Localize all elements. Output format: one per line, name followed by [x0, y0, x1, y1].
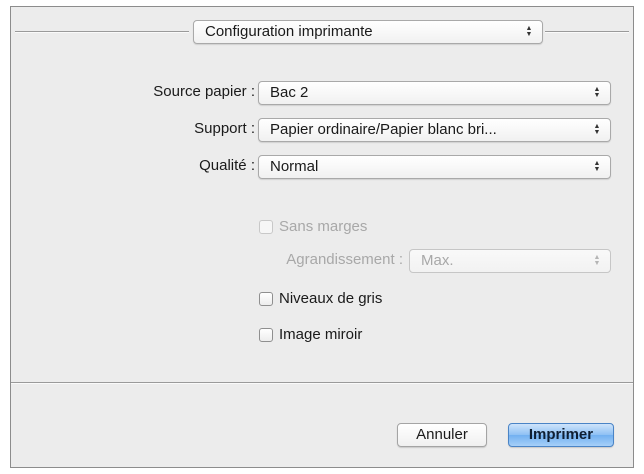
cancel-button[interactable]: Annuler: [397, 423, 487, 447]
printer-settings-dialog: Configuration imprimante ▲ ▼ Source papie…: [10, 6, 634, 468]
paper-source-value: Bac 2: [270, 84, 309, 101]
chevron-updown-icon: ▲ ▼: [525, 25, 533, 38]
panel-selector-value: Configuration imprimante: [205, 23, 373, 40]
chevron-updown-icon: ▲ ▼: [593, 160, 601, 173]
borderless-option: Sans marges: [259, 218, 367, 235]
print-button[interactable]: Imprimer: [508, 423, 614, 447]
quality-value: Normal: [270, 158, 319, 175]
borderless-checkbox: [259, 219, 273, 234]
grayscale-label[interactable]: Niveaux de gris: [279, 290, 382, 307]
enlargement-label: Agrandissement :: [286, 251, 403, 268]
mirror-checkbox[interactable]: [259, 327, 273, 342]
footer-separator: [11, 382, 633, 384]
grayscale-option[interactable]: Niveaux de gris: [259, 290, 382, 307]
paper-source-label: Source papier :: [153, 83, 255, 100]
enlargement-value: Max.: [421, 252, 454, 269]
media-type-value: Papier ordinaire/Papier blanc bri...: [270, 121, 497, 138]
panel-selector-popup[interactable]: Configuration imprimante ▲ ▼: [193, 20, 543, 44]
borderless-label: Sans marges: [279, 218, 368, 235]
media-type-label: Support :: [194, 120, 255, 137]
media-type-popup[interactable]: Papier ordinaire/Papier blanc bri... ▲ ▼: [258, 118, 611, 142]
header-separator-left: [15, 31, 189, 33]
paper-source-popup[interactable]: Bac 2 ▲ ▼: [258, 81, 611, 105]
header-separator-right: [545, 31, 629, 33]
mirror-label[interactable]: Image miroir: [279, 326, 362, 343]
quality-popup[interactable]: Normal ▲ ▼: [258, 155, 611, 179]
grayscale-checkbox[interactable]: [259, 291, 273, 306]
chevron-updown-icon: ▲ ▼: [593, 123, 601, 136]
chevron-updown-icon: ▲ ▼: [593, 86, 601, 99]
mirror-option[interactable]: Image miroir: [259, 326, 362, 343]
quality-label: Qualité :: [199, 157, 255, 174]
chevron-updown-icon: ▲ ▼: [593, 254, 601, 267]
enlargement-popup: Max. ▲ ▼: [409, 249, 611, 273]
